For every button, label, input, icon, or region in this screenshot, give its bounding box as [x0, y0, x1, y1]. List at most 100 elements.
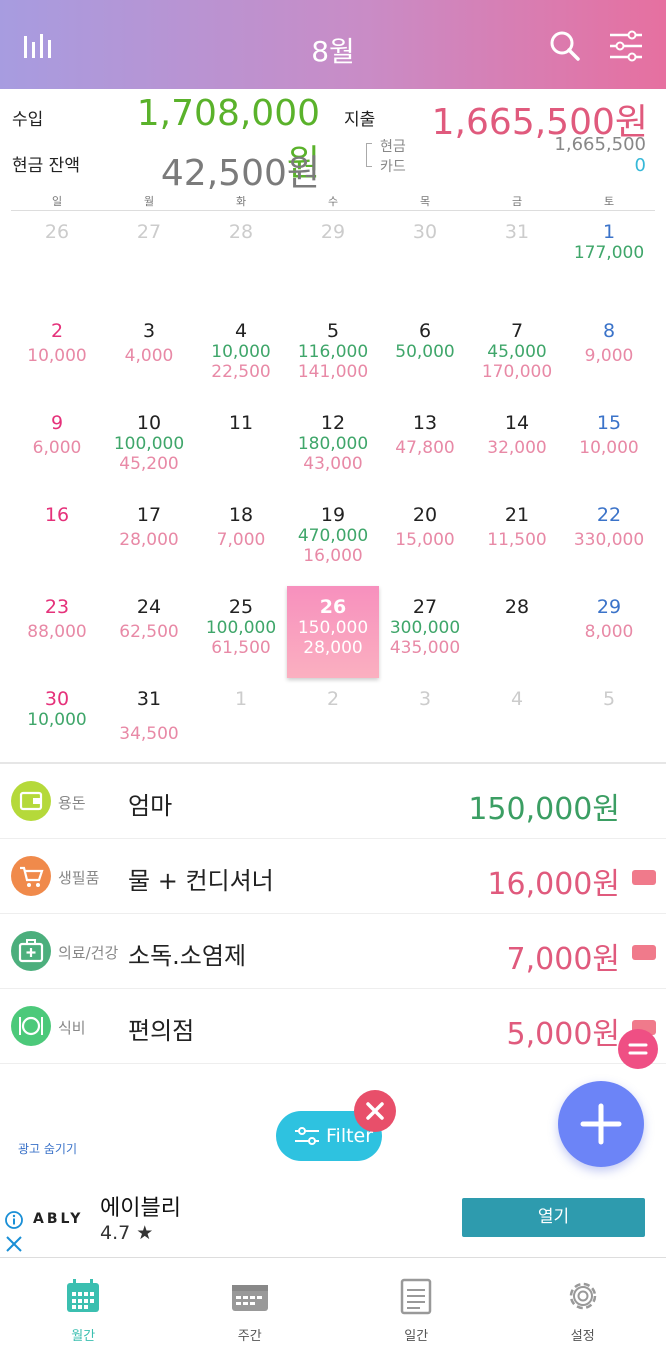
info-icon[interactable] — [4, 1210, 24, 1230]
calendar-day[interactable]: 3 — [379, 678, 471, 770]
calendar-day[interactable]: 1 — [195, 678, 287, 770]
day-number: 7 — [510, 320, 524, 342]
transaction-description: 편의점 — [128, 1017, 195, 1045]
day-number: 1 — [602, 221, 616, 243]
calendar-day[interactable]: 14 32,000 — [471, 402, 563, 494]
card-expense-value: 0 — [634, 155, 646, 176]
ad-banner[interactable]: ABLY 에이블리 4.7 ★ 열기 — [0, 1180, 666, 1258]
transaction-row[interactable]: 용돈 엄마 150,000원 — [0, 764, 666, 839]
calendar-day[interactable]: 3 4,000 — [103, 310, 195, 402]
calendar-day[interactable]: 31 — [471, 211, 563, 310]
calendar-day[interactable]: 19 470,000 16,000 — [287, 494, 379, 586]
calendar-day[interactable]: 17 28,000 — [103, 494, 195, 586]
calendar-day[interactable]: 11 — [195, 402, 287, 494]
day-number: 10 — [136, 412, 162, 434]
calendar-day[interactable]: 29 8,000 — [563, 586, 655, 678]
calendar-week: 26 27 28 29 30 31 1 177,000 — [11, 211, 655, 310]
ad-brand-logo: ABLY — [33, 1211, 84, 1227]
nav-tab-weekly[interactable]: 주간 — [167, 1259, 334, 1353]
calendar-day[interactable]: 30 10,000 — [11, 678, 103, 770]
filter-close-button[interactable] — [354, 1090, 396, 1132]
calendar-day[interactable]: 5 — [563, 678, 655, 770]
calendar-week: 16 17 28,000 18 7,000 19 470,000 16,000 20 15,000… — [11, 494, 655, 586]
nav-tab-settings[interactable]: 설정 — [500, 1259, 666, 1353]
calendar-day[interactable]: 21 11,500 — [471, 494, 563, 586]
calendar-day[interactable]: 15 10,000 — [563, 402, 655, 494]
transaction-amount: 150,000원 — [468, 792, 620, 827]
calendar-day[interactable]: 2 10,000 — [11, 310, 103, 402]
monthly-calendar-icon — [67, 1279, 100, 1312]
category-label: 생필품 — [58, 869, 100, 887]
month-calendar: 일 월 화 수 목 금 토 26 27 28 29 30 31 1 177,000 2 10,00… — [11, 193, 655, 770]
add-transaction-button[interactable] — [558, 1081, 644, 1167]
transaction-row[interactable]: 의료/건강 소독.소염제 7,000원 — [0, 914, 666, 989]
calendar-day[interactable]: 1 177,000 — [563, 211, 655, 310]
nav-label: 주간 — [237, 1329, 262, 1344]
calendar-day[interactable]: 30 — [379, 211, 471, 310]
calendar-week: 30 10,000 31 34,500 1 2 3 4 5 — [11, 678, 655, 770]
day-number: 28 — [504, 596, 530, 618]
calendar-day[interactable]: 20 15,000 — [379, 494, 471, 586]
day-number: 14 — [504, 412, 530, 434]
day-expense: 34,500 — [119, 724, 179, 744]
ad-open-button[interactable]: 열기 — [462, 1198, 645, 1237]
day-number: 8 — [602, 320, 616, 342]
calendar-day[interactable]: 18 7,000 — [195, 494, 287, 586]
day-income: 50,000 — [395, 342, 455, 362]
calendar-day-today[interactable]: 26 150,000 28,000 — [287, 586, 379, 678]
calendar-day[interactable]: 29 — [287, 211, 379, 310]
day-number: 16 — [44, 504, 70, 526]
calendar-day[interactable]: 13 47,800 — [379, 402, 471, 494]
calendar-day[interactable]: 16 — [11, 494, 103, 586]
calendar-day[interactable]: 28 — [195, 211, 287, 310]
calendar-day[interactable]: 4 — [471, 678, 563, 770]
transaction-row[interactable]: 생필품 물 + 컨디셔너 16,000원 — [0, 839, 666, 914]
ad-close-icon[interactable] — [4, 1234, 24, 1254]
day-expense: 141,000 — [297, 362, 369, 382]
category-icon-badge — [11, 856, 51, 896]
day-number: 12 — [320, 412, 346, 434]
category-label: 용돈 — [58, 794, 86, 812]
calendar-day[interactable]: 28 — [471, 586, 563, 678]
nav-tab-monthly[interactable]: 월간 — [0, 1259, 167, 1353]
calendar-day[interactable]: 4 10,000 22,500 — [195, 310, 287, 402]
settings-sliders-icon[interactable] — [606, 26, 646, 66]
calendar-day[interactable]: 9 6,000 — [11, 402, 103, 494]
day-number: 15 — [596, 412, 622, 434]
calendar-day[interactable]: 26 — [11, 211, 103, 310]
weekday-label: 월 — [143, 195, 155, 208]
day-number: 29 — [320, 221, 346, 243]
calendar-day[interactable]: 8 9,000 — [563, 310, 655, 402]
day-expense: 28,000 — [119, 530, 179, 550]
calendar-day[interactable]: 10 100,000 45,200 — [103, 402, 195, 494]
search-icon[interactable] — [545, 26, 585, 66]
ad-rating: 4.7 ★ — [100, 1222, 154, 1244]
calendar-day[interactable]: 7 45,000 170,000 — [471, 310, 563, 402]
calendar-day[interactable]: 27 — [103, 211, 195, 310]
day-income: 10,000 — [211, 342, 271, 362]
calendar-day[interactable]: 24 62,500 — [103, 586, 195, 678]
day-expense: 10,000 — [27, 346, 87, 366]
transaction-row[interactable]: 식비 편의점 5,000원 — [0, 989, 666, 1064]
calendar-day[interactable]: 6 50,000 — [379, 310, 471, 402]
card-label: 카드 — [380, 159, 406, 175]
calendar-day[interactable]: 27 300,000 435,000 — [379, 586, 471, 678]
summary-toggle-button[interactable] — [618, 1029, 658, 1069]
day-expense: 330,000 — [573, 530, 645, 550]
calendar-week: 2 10,000 3 4,000 4 10,000 22,500 5 116,000 141,00… — [11, 310, 655, 402]
settings-gear-icon — [569, 1282, 596, 1310]
day-expense: 8,000 — [584, 622, 634, 642]
day-number: 20 — [412, 504, 438, 526]
calendar-day[interactable]: 5 116,000 141,000 — [287, 310, 379, 402]
calendar-day[interactable]: 22 330,000 — [563, 494, 655, 586]
day-number: 29 — [596, 596, 622, 618]
hide-ads-link[interactable]: 광고 숨기기 — [18, 1140, 77, 1157]
calendar-day[interactable]: 12 180,000 43,000 — [287, 402, 379, 494]
weekday-label: 금 — [511, 195, 523, 208]
calendar-day[interactable]: 2 — [287, 678, 379, 770]
category-label: 의료/건강 — [58, 944, 119, 962]
nav-tab-daily[interactable]: 일간 — [333, 1259, 500, 1353]
calendar-day[interactable]: 23 88,000 — [11, 586, 103, 678]
calendar-day[interactable]: 25 100,000 61,500 — [195, 586, 287, 678]
calendar-day[interactable]: 31 34,500 — [103, 678, 195, 770]
